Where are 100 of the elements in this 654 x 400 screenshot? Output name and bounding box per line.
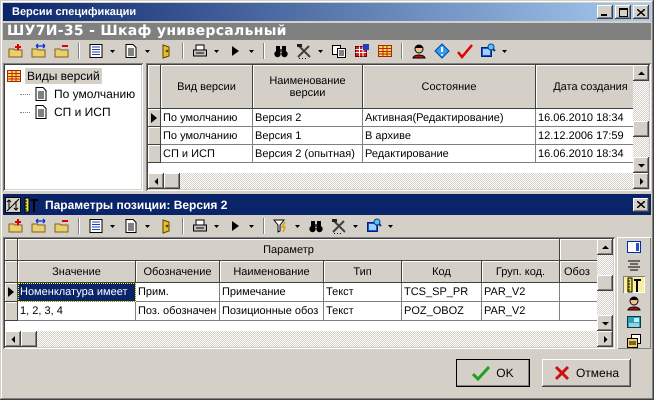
column-header[interactable]: Вид версии: [161, 65, 253, 109]
table-cell: Поз. обозначен: [136, 302, 220, 321]
person-icon: [411, 43, 427, 59]
ruler-icon: [626, 276, 642, 293]
info-diamond-icon: [434, 43, 450, 59]
table-cell: Примечание: [220, 283, 324, 302]
scroll-button[interactable]: [597, 331, 613, 347]
group-header: Параметр: [18, 239, 560, 261]
window-title: Версии спецификации: [11, 6, 138, 18]
scroll-button[interactable]: [633, 157, 649, 173]
scroll-button[interactable]: [148, 173, 164, 189]
column-header[interactable]: Обоз: [560, 261, 597, 283]
vertical-scrollbar[interactable]: [597, 239, 613, 331]
column-header[interactable]: Обозначение: [136, 261, 220, 283]
scroll-thumb[interactable]: [597, 275, 613, 291]
tree-item[interactable]: СП и ИСП: [52, 104, 113, 120]
column-header[interactable]: Наименование версии: [253, 65, 363, 109]
maximize-icon: [618, 8, 628, 16]
ruler-icon: [23, 196, 39, 212]
spreadsheet-icon: [377, 43, 393, 59]
toolbar-button[interactable]: [623, 276, 645, 294]
close-button[interactable]: [633, 198, 649, 212]
caret-icon[interactable]: [388, 224, 393, 228]
caret-icon[interactable]: [249, 50, 254, 52]
column-header[interactable]: Груп. код.: [482, 261, 560, 283]
vertical-scrollbar[interactable]: [633, 65, 649, 173]
caret-icon[interactable]: [318, 50, 323, 52]
scroll-button[interactable]: [597, 239, 613, 255]
folder-add-icon: [8, 218, 24, 234]
table-cell: Версия 2: [253, 109, 363, 127]
table-cell: Текст: [324, 283, 402, 302]
filter-icon: [273, 218, 289, 234]
printer-icon: [192, 43, 208, 59]
column-header[interactable]: Значение: [18, 261, 136, 283]
arrow-right-icon: [638, 178, 644, 184]
caret-icon[interactable]: [249, 224, 254, 228]
horizontal-scrollbar[interactable]: [5, 331, 613, 347]
document-icon: [33, 104, 49, 120]
arrow-left-icon: [152, 178, 160, 184]
arrow-down-icon: [602, 320, 608, 326]
scroll-button[interactable]: [633, 65, 649, 81]
table-cell: PAR_V2: [482, 302, 560, 321]
cross-icon: [554, 365, 570, 381]
close-icon: [637, 201, 645, 208]
column-header[interactable]: Наименование: [220, 261, 324, 283]
row-indicator[interactable]: [148, 109, 161, 127]
documents-icon: [626, 332, 642, 349]
tree-item[interactable]: По умолчанию: [52, 86, 138, 102]
folder-remove-icon: [54, 43, 70, 59]
row-indicator[interactable]: [5, 283, 18, 302]
caret-icon[interactable]: [502, 50, 507, 52]
screen-icon: [626, 314, 642, 330]
caret-icon[interactable]: [110, 224, 115, 228]
arrow-up-icon: [638, 70, 644, 76]
ok-button[interactable]: OK: [456, 359, 530, 387]
scroll-thumb[interactable]: [21, 331, 37, 347]
binoculars-icon: [273, 43, 289, 59]
row-indicator[interactable]: [5, 302, 18, 321]
scroll-button[interactable]: [633, 173, 649, 189]
caret-icon[interactable]: [214, 50, 219, 52]
maximize-button[interactable]: [615, 5, 631, 19]
scroll-thumb[interactable]: [164, 173, 180, 189]
person-icon: [626, 295, 642, 312]
scroll-button[interactable]: [5, 331, 21, 347]
caret-icon[interactable]: [110, 50, 115, 52]
tree-item[interactable]: Виды версий: [25, 68, 102, 84]
row-indicator[interactable]: [148, 145, 161, 163]
horizontal-scrollbar[interactable]: [148, 173, 649, 189]
caret-icon[interactable]: [295, 224, 300, 228]
table-cell: В архиве: [363, 127, 536, 145]
copy-icon: [331, 43, 347, 59]
list-icon: [88, 43, 104, 59]
folder-arrows-icon: [31, 43, 47, 59]
caret-icon[interactable]: [145, 224, 150, 228]
printer-icon: [192, 218, 208, 234]
cancel-button[interactable]: Отмена: [542, 359, 631, 387]
item-title-bar: ШУ7И-35 - Шкаф универсальный: [3, 23, 651, 40]
folder-add-icon: [8, 43, 24, 59]
caret-icon[interactable]: [145, 50, 150, 52]
checkmark-icon: [457, 43, 473, 59]
table-cell: Прим.: [136, 283, 220, 302]
scroll-button[interactable]: [597, 315, 613, 331]
arrow-left-icon: [10, 336, 16, 342]
minimize-button[interactable]: [597, 5, 613, 19]
column-header[interactable]: Состояние: [363, 65, 536, 109]
close-button[interactable]: [633, 5, 649, 19]
caret-icon[interactable]: [214, 224, 219, 228]
monitor-search-icon: [366, 218, 382, 234]
scroll-thumb[interactable]: [633, 121, 649, 137]
checkmark-icon: [472, 365, 490, 381]
column-header[interactable]: Код: [402, 261, 482, 283]
table-cell: PAR_V2: [482, 283, 560, 302]
column-header[interactable]: Дата создания: [536, 65, 633, 109]
list-icon: [88, 218, 104, 234]
document-icon: [33, 86, 49, 102]
caret-icon[interactable]: [353, 224, 358, 228]
column-header[interactable]: Тип: [324, 261, 402, 283]
table-cell: По умолчанию: [161, 109, 253, 127]
table-icon: [354, 43, 370, 59]
row-indicator[interactable]: [148, 127, 161, 145]
